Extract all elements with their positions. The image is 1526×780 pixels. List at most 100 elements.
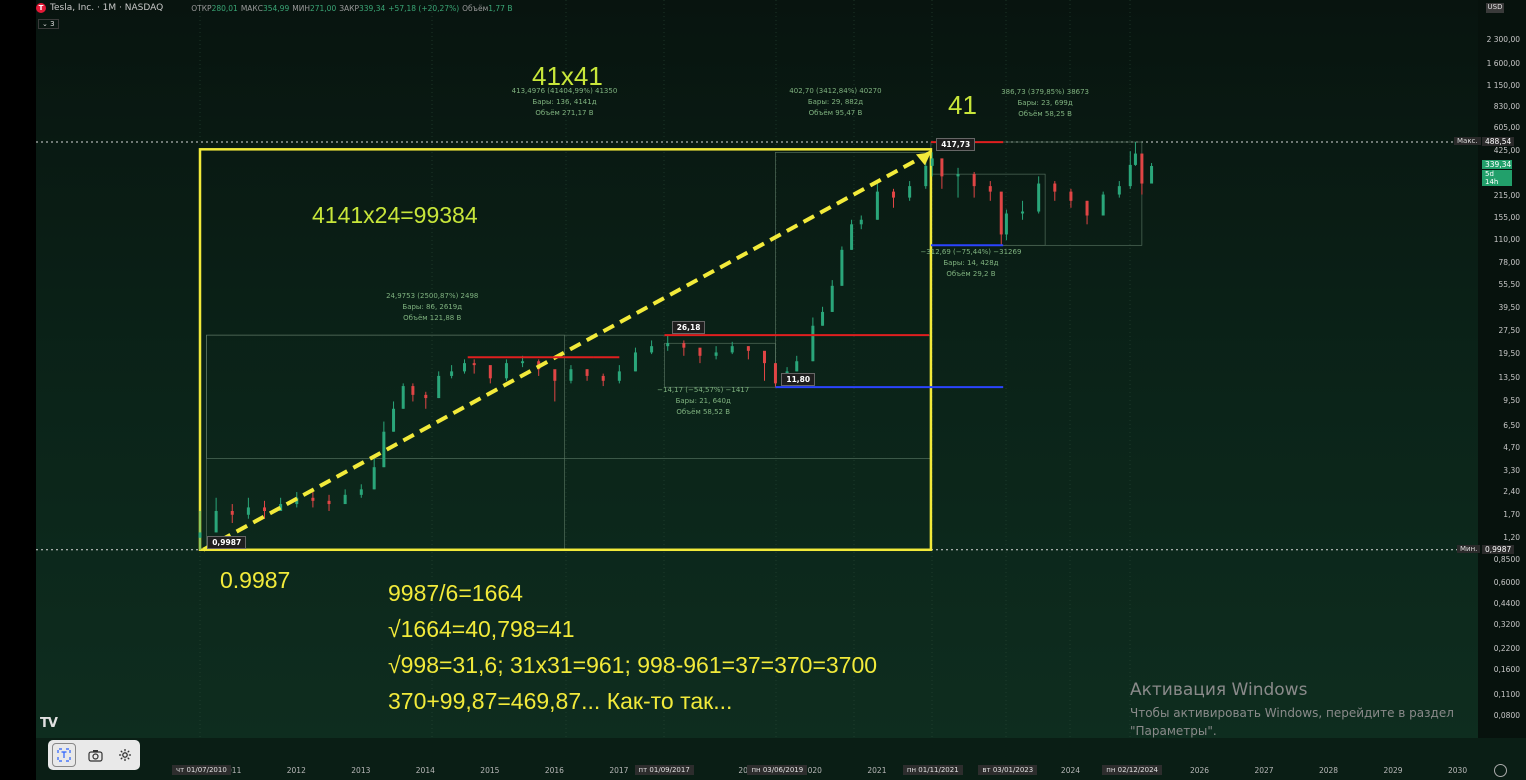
chart-stage: T Tesla, Inc. · 1M · NASDAQ ОТКР280,01 МА… xyxy=(0,0,1526,780)
candle-body xyxy=(327,500,331,505)
ohlc-value: 339,34 xyxy=(359,3,386,13)
left-gutter xyxy=(0,0,36,780)
date-flag: пт 01/09/2017 xyxy=(634,765,694,775)
candle-body xyxy=(1117,186,1121,195)
measure-stat-line: 402,70 (3412,84%) 40270 xyxy=(789,86,882,95)
candle-body xyxy=(821,311,825,326)
annotation-41: 41 xyxy=(948,90,977,120)
ohlc-value: 1,77 B xyxy=(488,3,513,13)
candle-body xyxy=(850,224,854,250)
year-tick-label: 2012 xyxy=(286,766,306,775)
price-tick-label: 9,50 xyxy=(1503,396,1520,406)
max-marker-label: Макс. xyxy=(1454,137,1481,145)
candle-body xyxy=(343,494,347,505)
measure-stat-line: Бары: 14, 428д xyxy=(943,258,999,267)
candle-body xyxy=(714,352,718,356)
measure-stat-line: Объём 29,2 B xyxy=(946,269,996,278)
candle-body xyxy=(730,346,734,353)
candle-body xyxy=(359,489,363,495)
clock-icon[interactable] xyxy=(1494,764,1507,777)
date-flag: вт 03/01/2023 xyxy=(978,765,1038,775)
candle-body xyxy=(263,507,267,511)
candle-body xyxy=(972,174,976,187)
ohlc-value: +57,18 (+20,27%) xyxy=(388,3,460,13)
windows-activation-line1: Чтобы активировать Windows, перейдите в … xyxy=(1130,706,1454,720)
point-label: 11,80 xyxy=(781,373,816,387)
annotation-note-line: √1664=40,798=41 xyxy=(388,616,575,642)
candle-body xyxy=(214,510,218,533)
price-tick-label: 1 150,00 xyxy=(1486,80,1520,90)
candle-body xyxy=(198,532,202,538)
annotation-note-line: 9987/6=1664 xyxy=(388,580,523,606)
indicators-toggle[interactable]: ⌄ 3 xyxy=(38,19,59,29)
candle-body xyxy=(463,363,467,372)
annotation-41x41: 41x41 xyxy=(532,61,603,91)
windows-activation-title: Активация Windows xyxy=(1130,680,1308,700)
price-tick-label: 13,50 xyxy=(1498,373,1520,383)
date-flag: чт 01/07/2010 xyxy=(172,765,231,775)
price-tick-label: 0,3200 xyxy=(1493,619,1520,629)
ohlc-label: ЗАКР xyxy=(339,3,360,13)
candle-body xyxy=(940,158,944,177)
candle-body xyxy=(1140,153,1144,184)
candle-body xyxy=(682,343,686,348)
symbol-title[interactable]: Tesla, Inc. · 1M · NASDAQ xyxy=(50,3,163,13)
measure-stat-line: 386,73 (379,85%) 38673 xyxy=(1001,88,1090,97)
ohlc-label: Объём xyxy=(462,3,489,13)
candle-body xyxy=(988,186,992,192)
price-tick-label: 27,50 xyxy=(1498,326,1520,336)
year-tick-label: 2021 xyxy=(867,766,887,775)
candle-body xyxy=(650,346,654,353)
candle-body xyxy=(666,343,670,347)
price-tick-label: 78,00 xyxy=(1498,257,1520,267)
candle-body xyxy=(930,158,934,166)
annotation-notes: 9987/6=1664 √1664=40,798=41 √998=31,6; 31x… xyxy=(388,575,877,719)
measure-stat-line: Бары: 29, 882д xyxy=(807,97,864,106)
candle-body xyxy=(908,186,912,198)
measure-stat-block: −14,17 (−54,57%) −1417 Бары: 21, 640д Объё… xyxy=(643,385,763,418)
measure-stat-line: Объём 121,88 B xyxy=(403,313,462,322)
candle-body xyxy=(698,347,702,356)
year-tick-label: 2015 xyxy=(480,766,500,775)
year-tick-label: 2024 xyxy=(1060,766,1081,775)
ohlc-item: МИН271,00 xyxy=(292,4,336,13)
currency-badge[interactable]: USD xyxy=(1486,3,1504,13)
measure-stat-line: −14,17 (−54,57%) −1417 xyxy=(657,386,750,395)
min-marker-value: 0,9987 xyxy=(1482,544,1515,554)
candle-body xyxy=(773,363,777,384)
price-tick-label: 605,00 xyxy=(1493,122,1520,132)
camera-icon[interactable] xyxy=(84,744,106,766)
candle-body xyxy=(1037,183,1041,212)
measure-stat-block: 24,9753 (2500,87%) 2498 Бары: 86, 2619д Об… xyxy=(372,291,492,324)
year-tick-label: 2028 xyxy=(1318,766,1339,775)
candle-body xyxy=(553,369,557,381)
text-select-icon[interactable] xyxy=(52,743,76,767)
measure-stat-line: Бары: 21, 640д xyxy=(675,397,731,406)
candle-body xyxy=(504,363,508,379)
measure-stat-block: −312,69 (−75,44%) −31269 Бары: 14, 428д Об… xyxy=(911,247,1031,280)
price-tick-label: 2 300,00 xyxy=(1486,35,1520,44)
candle-body xyxy=(230,510,234,515)
indicator-count: 3 xyxy=(50,20,55,28)
price-tick-label: 1,70 xyxy=(1503,509,1520,519)
price-tick-label: 0,4400 xyxy=(1493,598,1520,608)
candle-body xyxy=(246,507,250,515)
candle-body xyxy=(875,191,879,220)
candle-body xyxy=(840,249,844,286)
tradingview-logo[interactable]: TV xyxy=(40,716,58,731)
measure-stat-line: −312,69 (−75,44%) −31269 xyxy=(920,247,1022,256)
candle-body xyxy=(746,346,750,351)
chart-header: T Tesla, Inc. · 1M · NASDAQ ОТКР280,01 МА… xyxy=(36,0,512,16)
ohlc-item: ОТКР280,01 xyxy=(191,4,238,13)
current-price-marker: 339,34 xyxy=(1482,160,1512,169)
price-tick-label: 4,70 xyxy=(1503,442,1520,452)
ohlc-value: 271,00 xyxy=(309,3,337,13)
ohlc-label: МАКС xyxy=(240,3,263,13)
candle-body xyxy=(488,365,492,379)
candle-body xyxy=(811,325,815,362)
candle-body xyxy=(1101,194,1105,216)
measure-stat-line: Бары: 23, 699д xyxy=(1017,99,1073,108)
countdown-marker: 5d 14h xyxy=(1482,170,1512,186)
gear-icon[interactable] xyxy=(114,744,136,766)
year-tick-label: 2013 xyxy=(351,766,371,775)
